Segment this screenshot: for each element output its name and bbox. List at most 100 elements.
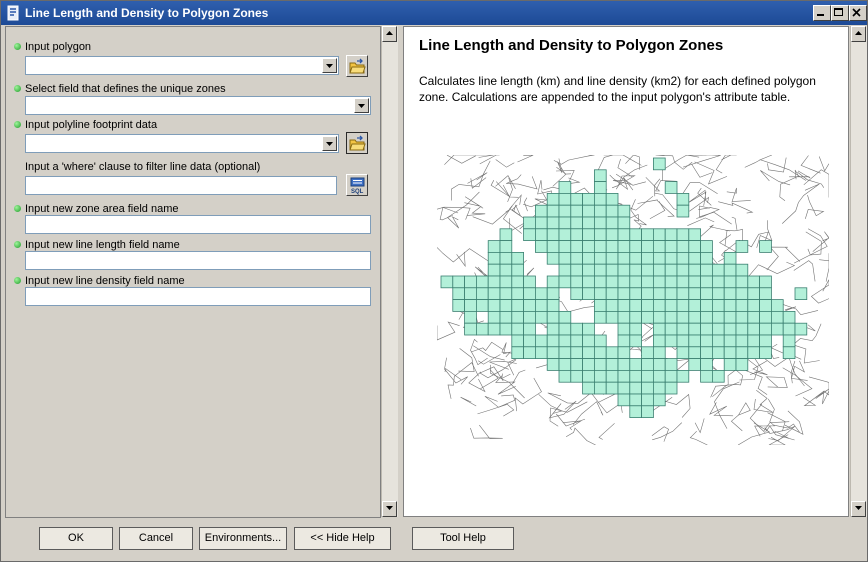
zone-cell (558, 228, 572, 242)
zone-cell (476, 287, 489, 301)
scroll-down-button[interactable] (382, 501, 397, 517)
input-polygon-combo[interactable] (25, 56, 339, 75)
cancel-button[interactable]: Cancel (119, 527, 193, 550)
zone-cell (546, 193, 560, 206)
zone-cell (652, 252, 666, 265)
title-bar[interactable]: Line Length and Density to Polygon Zones (1, 1, 867, 25)
close-button[interactable] (849, 5, 867, 21)
road-line (470, 424, 503, 439)
environments-button[interactable]: Environments... (199, 527, 287, 550)
browse-polyline-data-button[interactable] (346, 132, 368, 154)
zone-cell (487, 299, 501, 312)
chevron-down-icon (855, 506, 862, 510)
zone-cell (629, 263, 643, 277)
zone-cell (487, 252, 501, 265)
browse-input-polygon-button[interactable] (346, 55, 368, 77)
polyline-data-combo[interactable] (25, 134, 339, 153)
minimize-button[interactable] (813, 5, 831, 21)
scroll-up-button[interactable] (382, 26, 397, 42)
zone-cell (464, 299, 477, 312)
combo-dropdown-button[interactable] (354, 98, 369, 113)
zone-cell (676, 369, 690, 383)
zone-cell (570, 275, 584, 289)
zone-cell (617, 299, 631, 312)
zone-cell (629, 310, 643, 324)
zone-cell (593, 299, 607, 312)
combo-dropdown-button[interactable] (322, 136, 337, 151)
zone-cell (723, 263, 737, 277)
zone-cell (487, 322, 501, 336)
zone-cell (652, 358, 666, 371)
zone-cell (582, 287, 595, 301)
required-indicator (14, 205, 21, 212)
zone-cell (641, 252, 654, 265)
minimize-icon (817, 14, 824, 16)
line-density-field-input[interactable] (25, 287, 371, 306)
zone-cell (629, 240, 643, 253)
zone-cell (676, 310, 690, 324)
combo-dropdown-button[interactable] (322, 58, 337, 73)
zone-cell (617, 240, 631, 253)
zone-cell (535, 204, 548, 218)
zone-cell (735, 299, 749, 312)
zone-cell (652, 263, 666, 277)
tool-help-button[interactable]: Tool Help (412, 527, 514, 550)
zone-cell (487, 263, 501, 277)
zone-cell (605, 346, 619, 360)
zone-cell (558, 240, 572, 253)
road-line (730, 402, 751, 432)
zone-cell (546, 204, 560, 218)
tool-dialog-window: Line Length and Density to Polygon Zones… (0, 0, 868, 562)
zone-cell (641, 393, 654, 407)
zone-cell (735, 346, 749, 360)
zone-cell (747, 299, 760, 312)
zone-cell (759, 287, 772, 301)
ok-button[interactable]: OK (39, 527, 113, 550)
zone-cell (558, 204, 572, 218)
zone-cell (688, 228, 702, 242)
zone-field-combo[interactable] (25, 96, 371, 115)
zone-cell (546, 310, 560, 324)
zone-cell (629, 299, 643, 312)
hide-help-button[interactable]: << Hide Help (294, 527, 391, 550)
road-line (437, 321, 460, 341)
zone-cell (582, 369, 595, 383)
zone-cell (570, 358, 584, 371)
zone-cell (688, 263, 702, 277)
zone-cell (641, 346, 654, 360)
zone-cell (617, 263, 631, 277)
zone-cell (723, 346, 737, 360)
zone-cell (582, 346, 595, 360)
zone-cell (747, 322, 760, 336)
road-line (709, 402, 734, 417)
road-line (779, 169, 799, 201)
scroll-up-button[interactable] (851, 26, 866, 42)
zone-cell (652, 228, 666, 242)
parameters-scrollbar[interactable] (381, 26, 398, 517)
zone-cell (487, 287, 501, 301)
zone-cell (605, 263, 619, 277)
zone-cell (664, 310, 678, 324)
zone-cell (464, 275, 477, 289)
scroll-down-button[interactable] (851, 501, 866, 517)
zone-cell (664, 334, 678, 348)
road-line (694, 418, 705, 434)
sql-query-builder-button[interactable]: SQL (346, 174, 368, 196)
zone-cell (582, 275, 595, 289)
help-scrollbar[interactable] (850, 26, 867, 517)
zone-cell (535, 310, 548, 324)
zone-cell (700, 369, 713, 383)
zone-cell (782, 310, 796, 324)
where-clause-input[interactable] (25, 176, 337, 195)
zone-cell (641, 275, 654, 289)
zone-area-field-input[interactable] (25, 215, 371, 234)
zone-cell (570, 204, 584, 218)
road-line (793, 228, 828, 264)
zone-cell (629, 334, 643, 348)
zone-cell (593, 204, 607, 218)
zone-cell (652, 334, 666, 348)
line-length-field-input[interactable] (25, 251, 371, 270)
maximize-button[interactable] (831, 5, 849, 21)
road-line (495, 175, 516, 189)
parameters-panel: Input polygon Select field that defines … (5, 26, 381, 518)
